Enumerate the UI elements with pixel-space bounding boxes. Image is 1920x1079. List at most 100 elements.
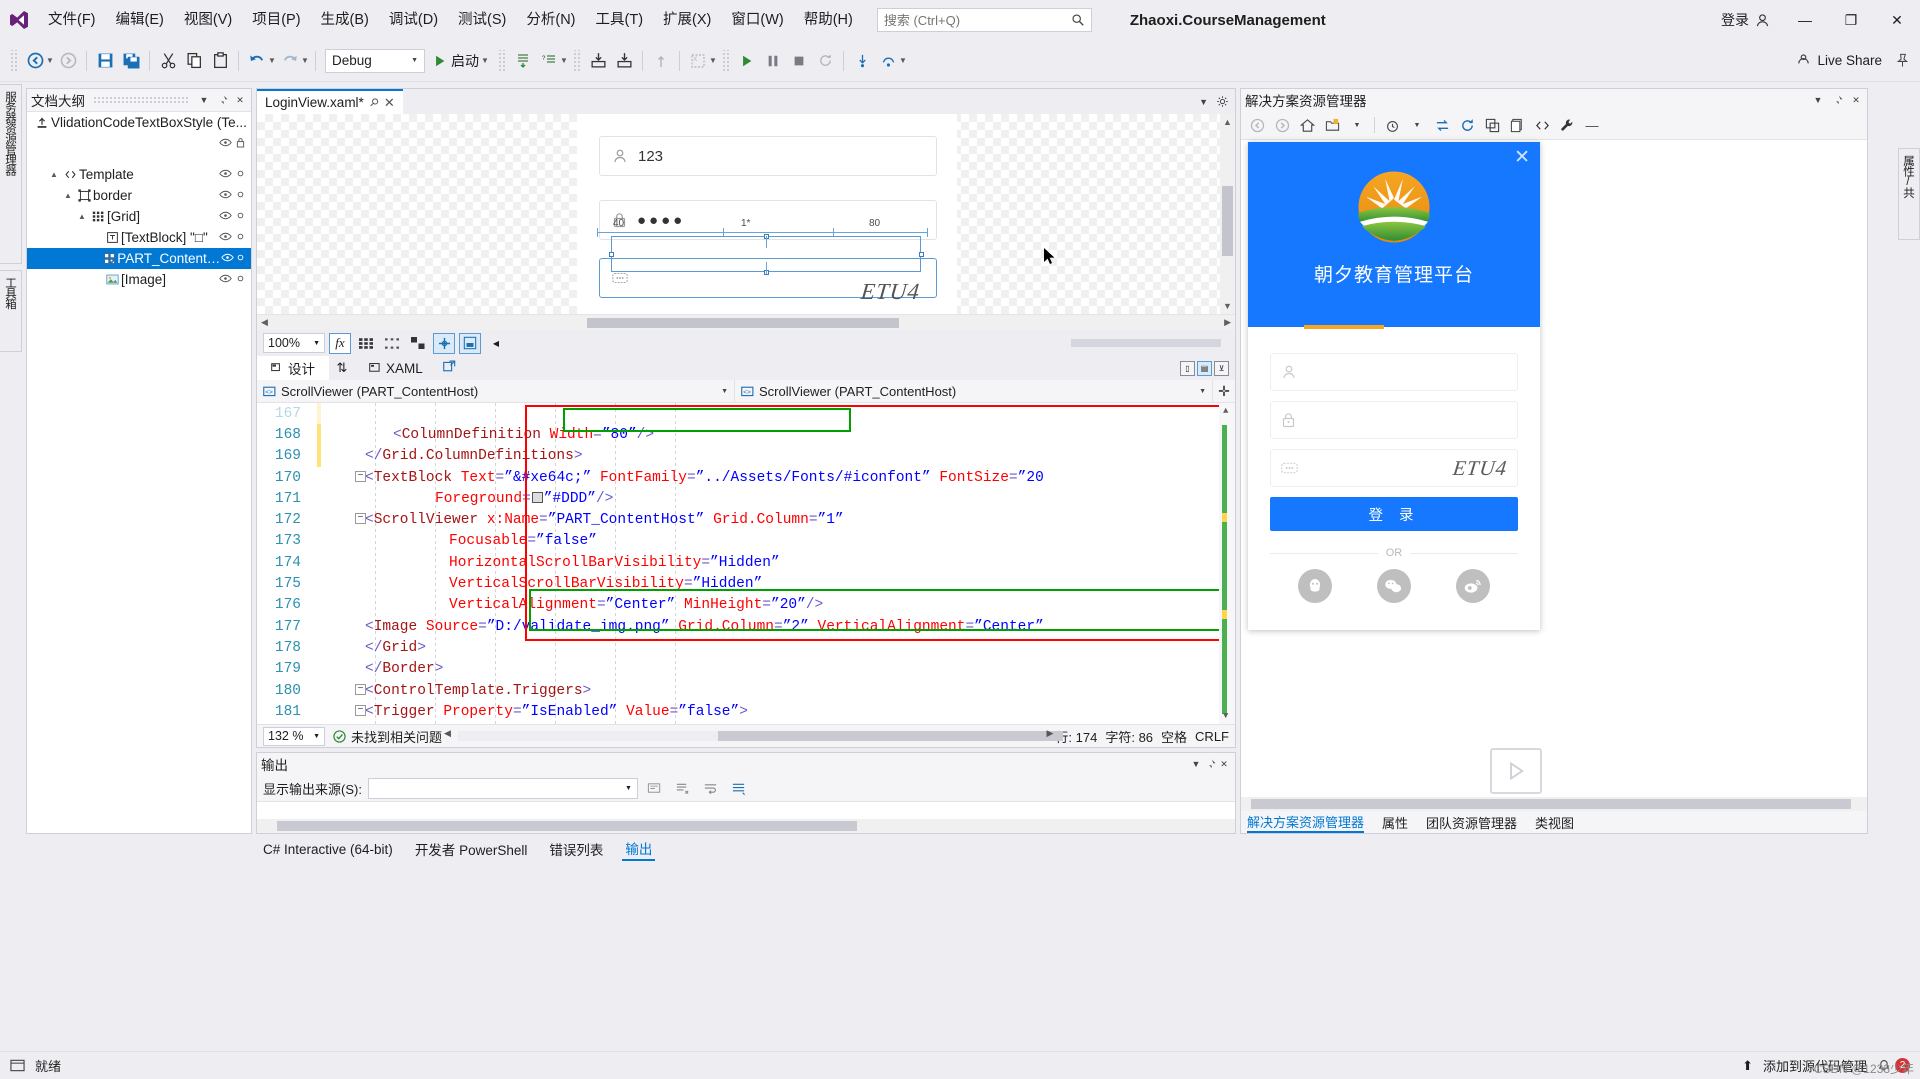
menu-debug[interactable]: 调试(D) (379, 6, 448, 34)
snap-grid-icon[interactable] (381, 333, 403, 354)
code-line[interactable]: 167 (257, 403, 1235, 425)
lock-icon[interactable] (233, 210, 247, 224)
close-button[interactable]: ✕ (1874, 0, 1920, 40)
lock-icon[interactable] (233, 168, 247, 182)
pending-changes-dropdown-icon[interactable]: ▼ (1406, 114, 1428, 136)
login-close-icon[interactable]: ✕ (1514, 148, 1530, 167)
output-text-area[interactable] (257, 801, 1235, 833)
outline-item-image[interactable]: [Image] (27, 269, 251, 290)
output-source-combo[interactable]: ▼ (367, 777, 638, 799)
start-dropdown-icon[interactable]: ▼ (480, 56, 490, 65)
start-debugging-button[interactable]: 启动 ▼ (429, 48, 494, 74)
pin-tab-icon[interactable]: ⚲ (366, 95, 381, 110)
clear-all-icon[interactable] (672, 777, 694, 799)
step-out-icon[interactable] (648, 48, 674, 74)
scroll-up-icon[interactable]: ▲ (1223, 117, 1232, 127)
output-horizontal-scrollbar[interactable] (257, 819, 1235, 833)
tab-error-list[interactable]: 错误列表 (546, 838, 606, 860)
breadcrumb-left[interactable]: <> ScrollViewer (PART_ContentHost) ▼ (257, 380, 735, 402)
code-line[interactable]: 176 VerticalAlignment=”Center” MinHeight=… (257, 595, 1235, 616)
toolbox-tab[interactable]: 工具箱 (0, 270, 22, 352)
solution-minimize-icon[interactable]: — (1581, 114, 1603, 136)
navigate-back-icon[interactable] (1246, 114, 1268, 136)
visibility-icon[interactable] (217, 211, 233, 223)
minimize-button[interactable]: — (1782, 0, 1828, 40)
effects-toggle-icon[interactable]: fx (329, 332, 351, 354)
editor-problems-indicator[interactable]: 未找到相关问题 (333, 727, 442, 746)
swap-panes-icon[interactable]: ⇅ (329, 360, 355, 376)
menu-project[interactable]: 项目(P) (242, 6, 310, 34)
code-line[interactable]: 172 − <ScrollViewer x:Name=”PART_ContentHo… (257, 509, 1235, 530)
output-close-icon[interactable]: ✕ (1217, 756, 1231, 772)
view-code-icon[interactable] (1531, 114, 1553, 136)
color-swatch-icon[interactable] (531, 491, 543, 503)
collapse-all-icon[interactable] (1481, 114, 1503, 136)
code-line[interactable]: 178 </Grid> (257, 637, 1235, 658)
code-horizontal-scrollbar[interactable]: ◀ ▶ (444, 728, 1064, 741)
output-dropdown-icon[interactable]: ▼ (1189, 756, 1203, 772)
scroll-up-icon[interactable]: ▲ (1223, 406, 1228, 416)
lock-icon[interactable] (233, 189, 247, 203)
refresh-icon[interactable] (1456, 114, 1478, 136)
lock-icon[interactable] (235, 252, 247, 266)
solution-pin-icon[interactable] (1830, 92, 1844, 108)
code-hscroll-thumb[interactable] (718, 731, 1064, 741)
tab-solution-explorer[interactable]: 解决方案资源管理器 (1247, 812, 1365, 833)
menu-tools[interactable]: 工具(T) (586, 6, 654, 34)
xaml-design-surface[interactable]: 123 ●●●● ETU4 40 1* 80 ▲ ▼ (257, 114, 1235, 314)
navigate-forward-icon[interactable] (55, 48, 81, 74)
server-explorer-tab[interactable]: 服务器资源管理器 (0, 84, 22, 264)
menu-file[interactable]: 文件(F) (38, 6, 106, 34)
menu-view[interactable]: 视图(V) (174, 6, 242, 34)
qq-login-icon[interactable] (1298, 569, 1333, 603)
reload-designer-icon[interactable] (459, 332, 481, 354)
rebuild-solution-icon[interactable] (611, 48, 637, 74)
artboard-toggle-icon[interactable] (433, 332, 455, 354)
visibility-icon[interactable] (221, 253, 235, 265)
tab-design[interactable]: 设计 (257, 356, 329, 380)
navigate-forward-icon[interactable] (1271, 114, 1293, 136)
visibility-icon[interactable] (217, 232, 233, 244)
undo-icon[interactable] (244, 48, 270, 74)
toggle-output-wrap-icon[interactable] (728, 777, 750, 799)
designer-zoom-combo[interactable]: 100% ▼ (263, 333, 325, 353)
quick-launch-search[interactable] (876, 8, 1092, 32)
expander-icon[interactable]: ▲ (61, 191, 75, 200)
outline-root-item[interactable]: VlidationCodeTextBoxStyle (Te... (27, 112, 251, 133)
design-hscroll-thumb[interactable] (587, 318, 899, 328)
solution-close-icon[interactable]: ✕ (1849, 92, 1863, 108)
step-into-icon[interactable] (510, 48, 536, 74)
live-share-button[interactable]: Live Share (1796, 53, 1890, 68)
restart-icon[interactable] (812, 48, 838, 74)
toolbar-overflow-icon[interactable] (1890, 48, 1914, 74)
solution-hscroll-thumb[interactable] (1251, 799, 1851, 809)
code-line[interactable]: 181 − <Trigger Property=”IsEnabled” Value=… (257, 701, 1235, 722)
split-vertical-icon[interactable]: ▯ (1180, 360, 1195, 376)
visibility-icon[interactable] (217, 274, 233, 286)
fold-toggle-icon[interactable]: − (355, 513, 366, 525)
line-ending-indicator[interactable]: CRLF (1195, 729, 1229, 744)
show-all-files-icon[interactable] (1506, 114, 1528, 136)
toggle-word-wrap-icon[interactable] (700, 777, 722, 799)
search-input[interactable] (883, 12, 1085, 28)
menu-edit[interactable]: 编辑(E) (106, 6, 174, 34)
code-line[interactable]: 170 − <TextBlock Text=”&#xe64c;” FontFamil… (257, 467, 1235, 488)
redo-icon[interactable] (277, 48, 303, 74)
breadcrumb-right[interactable]: <> ScrollViewer (PART_ContentHost) ▼ (735, 380, 1213, 402)
home-icon[interactable] (1296, 114, 1318, 136)
outline-item-template[interactable]: ▲ Template (27, 164, 251, 185)
weibo-login-icon[interactable] (1455, 569, 1490, 603)
tab-class-view[interactable]: 类视图 (1535, 813, 1574, 832)
code-line[interactable]: 173 Focusable=”false” (257, 531, 1235, 552)
panel-pin-icon[interactable] (215, 92, 229, 108)
collapse-pane-icon[interactable]: ⊻ (1214, 360, 1229, 376)
lock-icon[interactable] (233, 273, 247, 287)
outline-item-border[interactable]: ▲ border (27, 185, 251, 206)
show-grid-icon[interactable] (355, 333, 377, 354)
design-username-field[interactable]: 123 (599, 136, 937, 176)
outline-item-part-contenthost[interactable]: PART_ContentHost (27, 248, 251, 269)
document-tab-loginview[interactable]: LoginView.xaml* ⚲ ✕ (257, 89, 403, 114)
login-submit-button[interactable]: 登 录 (1270, 497, 1518, 531)
build-solution-icon[interactable] (585, 48, 611, 74)
tab-developer-powershell[interactable]: 开发者 PowerShell (412, 838, 531, 860)
